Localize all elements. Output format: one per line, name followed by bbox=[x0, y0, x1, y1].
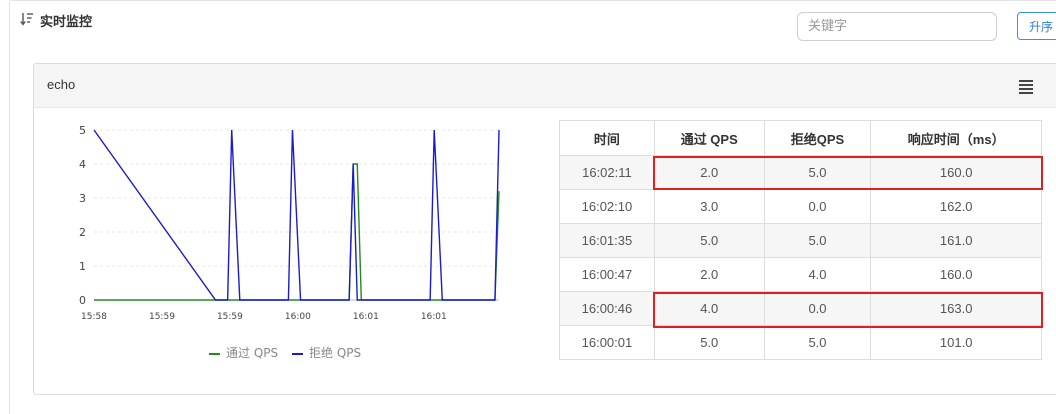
y-tick-label: 3 bbox=[79, 192, 86, 205]
y-tick-label: 5 bbox=[79, 124, 86, 137]
cell-response-time: 160.0 bbox=[870, 257, 1042, 292]
series-line-reject-qps bbox=[93, 129, 500, 301]
cell-time: 16:00:46 bbox=[559, 291, 655, 326]
cell-pass-qps: 5.0 bbox=[653, 223, 765, 258]
table-row: 16:02:10 3.0 0.0 162.0 bbox=[559, 189, 1042, 224]
cell-response-time: 161.0 bbox=[870, 223, 1042, 258]
column-header-time: 时间 bbox=[559, 120, 655, 156]
x-tick-label: 16:01 bbox=[421, 312, 447, 322]
x-tick-label: 16:01 bbox=[353, 312, 379, 322]
table-row: 16:00:01 5.0 5.0 101.0 bbox=[559, 325, 1042, 360]
x-tick-label: 16:00 bbox=[285, 312, 311, 322]
cell-response-time: 160.0 bbox=[870, 155, 1042, 190]
cell-reject-qps: 0.0 bbox=[763, 189, 872, 224]
legend-label-reject: 拒绝 QPS bbox=[309, 346, 362, 360]
table-row: 16:01:35 5.0 5.0 161.0 bbox=[559, 223, 1042, 258]
cell-response-time: 101.0 bbox=[870, 325, 1042, 360]
cell-time: 16:00:47 bbox=[559, 257, 655, 292]
y-tick-label: 4 bbox=[79, 158, 86, 171]
qps-table: 时间 通过 QPS 拒绝QPS 响应时间（ms） 16:02:11 2.0 5.… bbox=[559, 120, 1042, 360]
cell-response-time: 162.0 bbox=[870, 189, 1042, 224]
cell-pass-qps: 2.0 bbox=[653, 155, 765, 190]
cell-pass-qps: 3.0 bbox=[653, 189, 765, 224]
hamburger-menu-icon[interactable] bbox=[1019, 80, 1033, 94]
legend-item-reject[interactable]: 拒绝 QPS bbox=[292, 344, 361, 361]
table-row: 16:00:47 2.0 4.0 160.0 bbox=[559, 257, 1042, 292]
column-header-pass-qps: 通过 QPS bbox=[653, 120, 765, 156]
table-row: 16:00:46 4.0 0.0 163.0 bbox=[559, 291, 1042, 326]
cell-pass-qps: 4.0 bbox=[653, 291, 765, 326]
cell-reject-qps: 0.0 bbox=[763, 291, 872, 326]
cell-pass-qps: 2.0 bbox=[653, 257, 765, 292]
column-header-reject-qps: 拒绝QPS bbox=[763, 120, 872, 156]
y-tick-label: 0 bbox=[79, 294, 86, 307]
search-input[interactable] bbox=[797, 12, 997, 41]
legend-swatch-pass bbox=[209, 352, 220, 355]
legend-label-pass: 通过 QPS bbox=[226, 346, 279, 360]
cell-reject-qps: 5.0 bbox=[763, 155, 872, 190]
cell-reject-qps: 5.0 bbox=[763, 325, 872, 360]
cell-pass-qps: 5.0 bbox=[653, 325, 765, 360]
cell-time: 16:02:11 bbox=[559, 155, 655, 190]
column-header-response-time: 响应时间（ms） bbox=[870, 120, 1042, 156]
x-tick-label: 15:58 bbox=[81, 312, 107, 322]
x-tick-label: 15:59 bbox=[217, 312, 243, 322]
sort-ascending-button[interactable]: 升序 bbox=[1017, 12, 1056, 40]
table-header-row: 时间 通过 QPS 拒绝QPS 响应时间（ms） bbox=[559, 120, 1042, 156]
cell-time: 16:02:10 bbox=[559, 189, 655, 224]
y-tick-label: 2 bbox=[79, 226, 86, 239]
x-tick-label: 15:59 bbox=[149, 312, 175, 322]
cell-reject-qps: 5.0 bbox=[763, 223, 872, 258]
legend-swatch-reject bbox=[292, 352, 303, 355]
cell-time: 16:00:01 bbox=[559, 325, 655, 360]
cell-reject-qps: 4.0 bbox=[763, 257, 872, 292]
y-tick-label: 1 bbox=[79, 260, 86, 273]
cell-response-time: 163.0 bbox=[870, 291, 1042, 326]
table-row: 16:02:11 2.0 5.0 160.0 bbox=[559, 155, 1042, 190]
cell-time: 16:01:35 bbox=[559, 223, 655, 258]
legend-item-pass[interactable]: 通过 QPS bbox=[209, 344, 278, 361]
qps-chart: 0 1 2 3 4 5 15:58 15:59 15:59 16:00 16:01 16:01 bbox=[79, 124, 500, 322]
